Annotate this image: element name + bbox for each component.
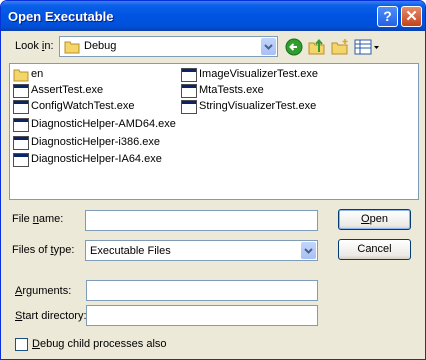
look-in-combo[interactable]: Debug bbox=[59, 36, 278, 57]
close-button[interactable]: ✕ bbox=[401, 6, 422, 27]
folder-icon bbox=[13, 69, 29, 82]
open-button-hotkey: O bbox=[361, 213, 370, 225]
start-directory-label-suffix: tart directory: bbox=[22, 310, 87, 322]
debug-child-label[interactable]: Debug child processes also bbox=[32, 338, 167, 350]
executable-icon bbox=[181, 100, 197, 114]
chevron-down-icon bbox=[304, 248, 313, 254]
look-in-label-prefix: Look bbox=[15, 40, 42, 52]
executable-icon bbox=[13, 100, 29, 114]
file-list[interactable]: en AssertTest.exe ConfigWatchTest.exe Di… bbox=[9, 63, 419, 200]
executable-icon bbox=[13, 118, 29, 132]
look-in-label: Look in: bbox=[15, 40, 54, 52]
file-name-label: File name: bbox=[12, 213, 63, 225]
arguments-input[interactable] bbox=[86, 280, 318, 301]
file-name-text: AssertTest.exe bbox=[31, 84, 104, 96]
folder-icon bbox=[64, 41, 80, 54]
new-folder-icon[interactable] bbox=[331, 38, 349, 56]
file-type-select[interactable]: Executable Files bbox=[85, 240, 318, 261]
debug-child-checkbox[interactable] bbox=[15, 338, 28, 351]
file-name-text: ImageVisualizerTest.exe bbox=[199, 68, 319, 80]
look-in-dropdown-arrow[interactable] bbox=[261, 38, 276, 55]
start-directory-input[interactable] bbox=[86, 305, 318, 326]
file-name-label-prefix: File bbox=[12, 213, 33, 225]
file-name-text: en bbox=[31, 68, 44, 80]
start-directory-label: Start directory: bbox=[15, 310, 87, 322]
file-type-dropdown-arrow[interactable] bbox=[301, 242, 316, 259]
file-name-text: StringVisualizerTest.exe bbox=[199, 100, 317, 112]
executable-icon bbox=[13, 153, 29, 167]
arguments-label-suffix: rguments: bbox=[22, 285, 72, 297]
dialog-title: Open Executable bbox=[8, 9, 114, 24]
chevron-down-icon bbox=[264, 44, 273, 50]
file-name-label-suffix: ame: bbox=[38, 213, 64, 225]
file-type-label-prefix: Files of bbox=[12, 244, 51, 256]
file-name-text: MtaTests.exe bbox=[199, 84, 264, 96]
file-name-text: DiagnosticHelper-AMD64.exe bbox=[31, 118, 176, 130]
cancel-button[interactable]: Cancel bbox=[338, 239, 411, 260]
view-menu-icon[interactable] bbox=[354, 38, 380, 56]
executable-icon bbox=[181, 84, 197, 98]
title-bar[interactable]: Open Executable ? ✕ bbox=[1, 1, 425, 31]
file-name-text: DiagnosticHelper-IA64.exe bbox=[31, 153, 162, 165]
back-icon[interactable] bbox=[285, 38, 303, 56]
help-button[interactable]: ? bbox=[377, 6, 398, 27]
open-button-label: pen bbox=[369, 213, 388, 225]
debug-child-label-hotkey: D bbox=[32, 338, 40, 350]
executable-icon bbox=[13, 136, 29, 150]
file-name-text: DiagnosticHelper-i386.exe bbox=[31, 136, 161, 148]
executable-icon bbox=[181, 68, 197, 82]
look-in-label-suffix: n: bbox=[44, 40, 54, 52]
file-type-label: Files of type: bbox=[12, 244, 74, 256]
file-type-label-suffix: ype: bbox=[53, 244, 75, 256]
open-executable-dialog: Open Executable ? ✕ Look in: Debug en As… bbox=[0, 0, 426, 360]
file-name-text: ConfigWatchTest.exe bbox=[31, 100, 135, 112]
file-name-input[interactable] bbox=[85, 210, 318, 231]
up-folder-icon[interactable] bbox=[308, 38, 326, 56]
arguments-label: Arguments: bbox=[15, 285, 71, 297]
file-type-value: Executable Files bbox=[90, 245, 171, 257]
look-in-value: Debug bbox=[84, 40, 117, 52]
debug-child-label-suffix: ebug child processes also bbox=[39, 338, 167, 350]
open-button[interactable]: Open bbox=[338, 209, 411, 230]
executable-icon bbox=[13, 84, 29, 98]
